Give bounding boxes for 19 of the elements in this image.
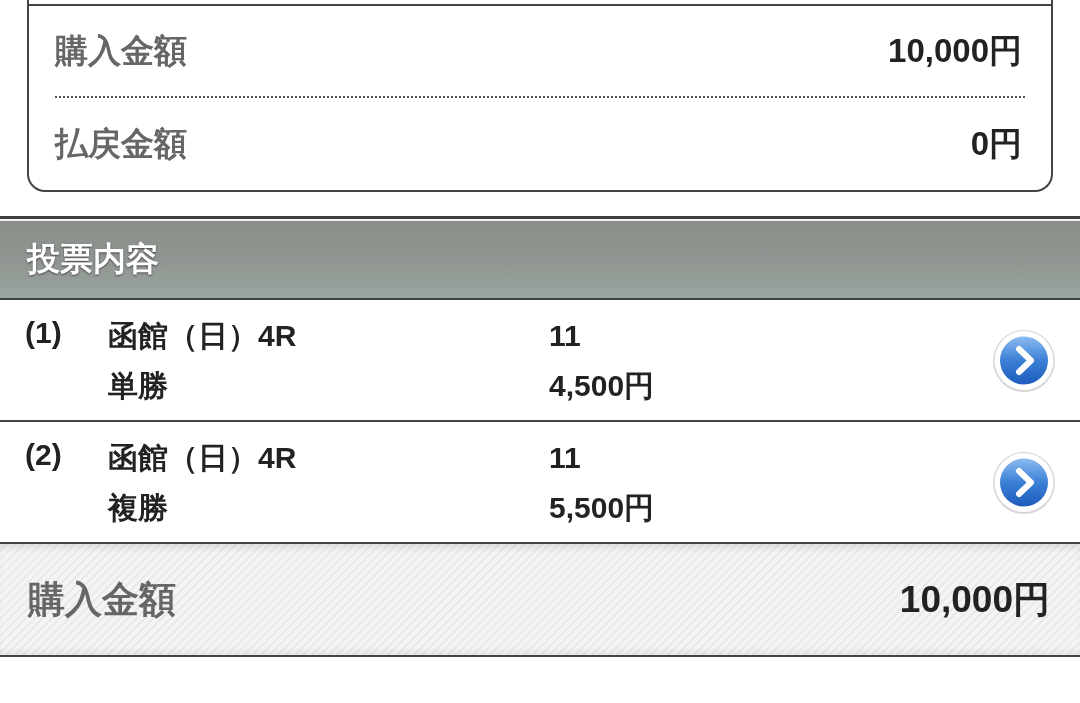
- horse-number: 11: [549, 440, 581, 476]
- total-value: 10,000円: [899, 577, 1050, 622]
- bet-type: 単勝: [108, 368, 168, 404]
- bet-number: (1): [25, 315, 63, 351]
- chevron-right-icon[interactable]: [992, 329, 1056, 393]
- bet-type: 複勝: [108, 490, 168, 526]
- summary-label: 購入金額: [55, 31, 187, 71]
- summary-value: 0円: [970, 124, 1022, 164]
- race-name: 函館（日）4R: [108, 440, 297, 476]
- bet-amount: 4,500円: [549, 368, 655, 404]
- total-label: 購入金額: [28, 577, 176, 622]
- summary-label: 払戻金額: [55, 124, 187, 164]
- race-name: 函館（日）4R: [108, 318, 297, 354]
- chevron-right-icon[interactable]: [992, 451, 1056, 515]
- bet-number: (2): [25, 437, 63, 473]
- bet-amount: 5,500円: [549, 490, 655, 526]
- horse-number: 11: [549, 318, 581, 354]
- section-title: 投票内容: [27, 238, 159, 279]
- summary-value: 10,000円: [888, 31, 1022, 71]
